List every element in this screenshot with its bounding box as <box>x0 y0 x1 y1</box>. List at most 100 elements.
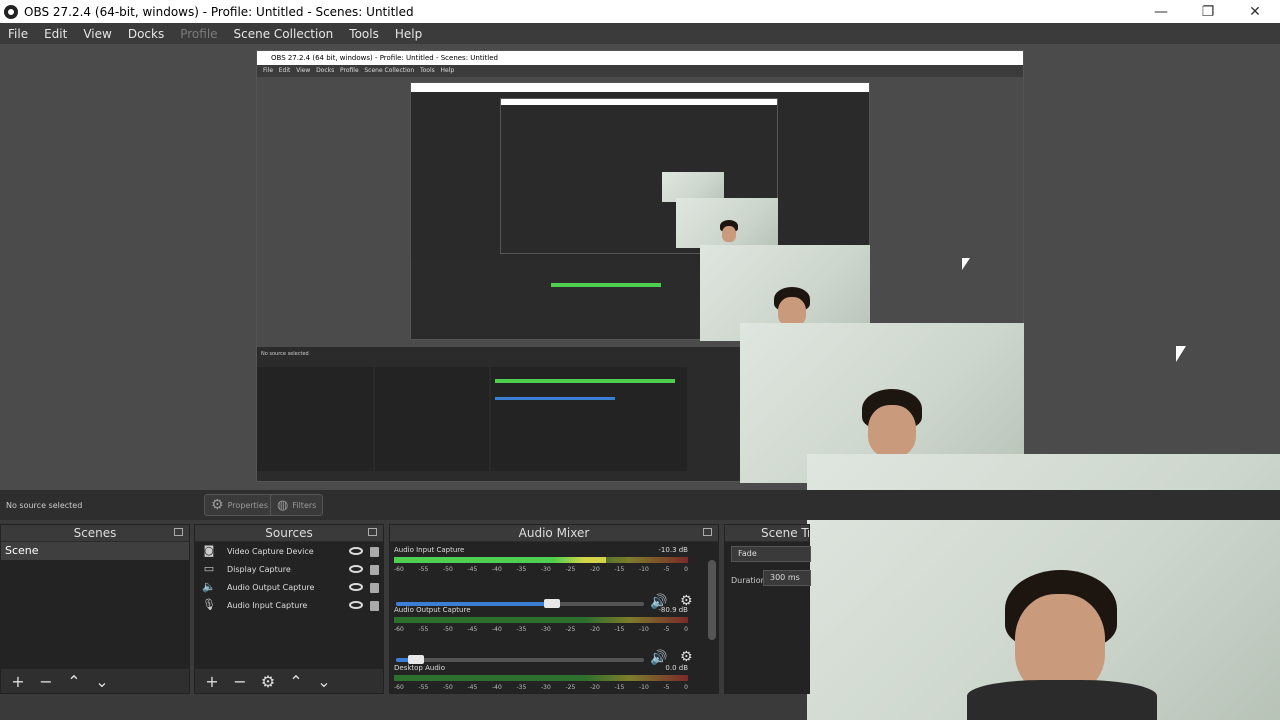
filters-button[interactable]: ◍ Filters <box>270 494 324 516</box>
volume-meter <box>394 557 688 563</box>
no-source-label: No source selected <box>6 500 83 510</box>
source-row[interactable]: 🎙 Audio Input Capture <box>195 596 383 614</box>
sources-title: Sources <box>195 525 383 541</box>
channel-db: 0.0 dB <box>665 664 688 672</box>
nested-sources <box>375 367 489 471</box>
remove-icon[interactable]: − <box>231 672 249 691</box>
mixer-scrollbar[interactable] <box>708 560 716 640</box>
add-icon[interactable]: + <box>9 672 27 691</box>
menu-docks[interactable]: Docks <box>120 27 172 41</box>
nested-title-3 <box>501 99 777 105</box>
channel-db: -10.3 dB <box>658 546 688 554</box>
add-icon[interactable]: + <box>203 672 221 691</box>
menu-help[interactable]: Help <box>387 27 430 41</box>
scenes-title: Scenes <box>1 525 189 541</box>
restore-icon[interactable]: ❐ <box>1185 0 1231 23</box>
speaker-icon: 🔈 <box>202 580 216 593</box>
source-label: Audio Input Capture <box>227 600 308 610</box>
audio-mixer-title-text: Audio Mixer <box>518 526 590 540</box>
audio-mixer-title: Audio Mixer <box>390 525 718 541</box>
eye-icon[interactable] <box>349 547 363 555</box>
meter-ticks: -60 -55 -50 -45 -40 -35 -30 -25 -20 -15 -10 -5 0 <box>394 626 688 633</box>
microphone-icon: 🎙 <box>202 598 216 611</box>
nested-meter <box>495 379 675 383</box>
duration-label: Duration <box>731 576 766 585</box>
undock-icon[interactable] <box>703 528 712 536</box>
obs-logo-icon <box>4 4 18 19</box>
lock-icon[interactable] <box>370 601 379 611</box>
menu-file[interactable]: File <box>0 27 36 41</box>
scenes-footer: + − ⌃ ⌄ <box>1 669 189 693</box>
filters-label: Filters <box>292 500 317 510</box>
filters-icon: ◍ <box>277 497 289 513</box>
audio-mixer-dock: Audio Mixer Audio Input Capture -10.3 dB… <box>389 524 719 694</box>
channel-name: Audio Output Capture <box>394 606 471 614</box>
meter-level <box>394 557 606 563</box>
nested-mixer <box>491 367 687 471</box>
menu-edit[interactable]: Edit <box>36 27 75 41</box>
eye-icon[interactable] <box>349 601 363 609</box>
move-up-icon[interactable]: ⌃ <box>65 672 83 691</box>
close-icon[interactable]: ✕ <box>1232 0 1278 23</box>
eye-icon[interactable] <box>349 565 363 573</box>
scenes-title-text: Scenes <box>73 526 117 540</box>
remove-icon[interactable]: − <box>37 672 55 691</box>
scenes-list: Scene <box>1 542 189 669</box>
eye-icon[interactable] <box>349 583 363 591</box>
scenes-dock: Scenes Scene + − ⌃ ⌄ <box>0 524 190 694</box>
window-title: OBS 27.2.4 (64-bit, windows) - Profile: … <box>24 4 414 19</box>
minimize-icon[interactable]: — <box>1138 0 1184 23</box>
volume-slider-handle[interactable] <box>408 655 424 664</box>
undock-icon[interactable] <box>368 528 377 536</box>
lock-icon[interactable] <box>370 565 379 575</box>
sources-title-text: Sources <box>265 526 313 540</box>
source-toolbar: No source selected ⚙ Properties ◍ Filter… <box>0 490 1280 520</box>
sources-footer: + − ⚙ ⌃ ⌄ <box>195 669 383 693</box>
nested-volume <box>495 397 615 400</box>
sources-list: ◙ Video Capture Device ▭ Display Capture… <box>195 542 383 669</box>
transition-select[interactable]: Fade <box>731 546 811 562</box>
source-row[interactable]: ◙ Video Capture Device <box>195 542 383 560</box>
monitor-icon: ▭ <box>203 562 215 575</box>
move-down-icon[interactable]: ⌄ <box>93 672 111 691</box>
gear-icon[interactable]: ⚙ <box>680 649 693 665</box>
transitions-body: Fade Duration 300 ms <box>725 542 811 693</box>
lock-icon[interactable] <box>370 547 379 557</box>
properties-button[interactable]: ⚙ Properties <box>204 494 275 516</box>
sources-dock: Sources ◙ Video Capture Device ▭ Display… <box>194 524 384 694</box>
volume-slider[interactable] <box>396 658 644 662</box>
undock-icon[interactable] <box>174 528 183 536</box>
nested-meter-2 <box>551 283 661 287</box>
duration-input[interactable]: 300 ms <box>763 570 811 586</box>
meter-ticks: -60 -55 -50 -45 -40 -35 -30 -25 -20 -15 -10 -5 0 <box>394 566 688 573</box>
gear-icon: ⚙ <box>211 497 224 513</box>
preview-canvas[interactable]: OBS 27.2.4 (64 bit, windows) - Profile: … <box>0 44 1280 720</box>
window-titlebar: OBS 27.2.4 (64-bit, windows) - Profile: … <box>0 0 1280 23</box>
menu-scene-collection[interactable]: Scene Collection <box>226 27 342 41</box>
volume-meter <box>394 617 688 623</box>
source-label: Display Capture <box>227 564 291 574</box>
source-label: Video Capture Device <box>227 546 314 556</box>
webcam-layer-4 <box>676 198 778 248</box>
menu-tools[interactable]: Tools <box>341 27 387 41</box>
lock-icon[interactable] <box>370 583 379 593</box>
scene-transitions-dock: Scene Tra Fade Duration 300 ms <box>724 524 811 694</box>
gear-icon[interactable]: ⚙ <box>259 672 277 691</box>
menu-view[interactable]: View <box>75 27 119 41</box>
nested-title-2 <box>411 83 869 92</box>
cursor-icon <box>962 258 970 270</box>
mixer-body: Audio Input Capture -10.3 dB -60 -55 -50 -4… <box>390 542 718 693</box>
camera-icon: ◙ <box>203 544 215 557</box>
source-row[interactable]: 🔈 Audio Output Capture <box>195 578 383 596</box>
move-down-icon[interactable]: ⌄ <box>315 672 333 691</box>
source-row[interactable]: ▭ Display Capture <box>195 560 383 578</box>
move-up-icon[interactable]: ⌃ <box>287 672 305 691</box>
scene-item[interactable]: Scene <box>1 542 189 560</box>
menu-bar: File Edit View Docks Profile Scene Colle… <box>0 23 1280 44</box>
volume-meter <box>394 675 688 681</box>
properties-label: Properties <box>227 500 268 510</box>
mixer-channel: Audio Input Capture -10.3 dB -60 -55 -50 -4… <box>394 546 704 573</box>
nested-scenes <box>257 367 373 471</box>
meter-ticks: -60 -55 -50 -45 -40 -35 -30 -25 -20 -15 -10 -5 0 <box>394 684 688 691</box>
source-label: Audio Output Capture <box>227 582 315 592</box>
